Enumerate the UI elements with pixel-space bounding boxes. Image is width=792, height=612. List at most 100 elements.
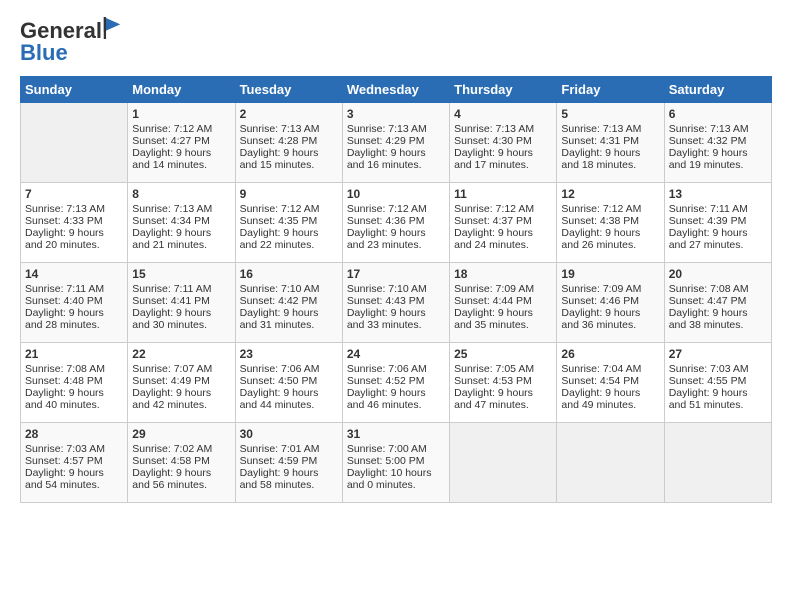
sunrise-text: Sunrise: 7:12 AM xyxy=(454,203,534,215)
sunrise-text: Sunrise: 7:06 AM xyxy=(347,363,427,375)
sunrise-text: Sunrise: 7:13 AM xyxy=(25,203,105,215)
day-number: 26 xyxy=(561,347,659,361)
calendar-cell: 13Sunrise: 7:11 AMSunset: 4:39 PMDayligh… xyxy=(664,183,771,263)
sunrise-text: Sunrise: 7:13 AM xyxy=(347,123,427,135)
daylight-text: Daylight: 9 hours and 51 minutes. xyxy=(669,387,748,411)
day-number: 14 xyxy=(25,267,123,281)
calendar-cell: 12Sunrise: 7:12 AMSunset: 4:38 PMDayligh… xyxy=(557,183,664,263)
sunrise-text: Sunrise: 7:11 AM xyxy=(132,283,211,295)
day-number: 6 xyxy=(669,107,767,121)
daylight-text: Daylight: 9 hours and 20 minutes. xyxy=(25,227,104,251)
day-number: 21 xyxy=(25,347,123,361)
calendar-cell: 27Sunrise: 7:03 AMSunset: 4:55 PMDayligh… xyxy=(664,343,771,423)
daylight-text: Daylight: 9 hours and 27 minutes. xyxy=(669,227,748,251)
daylight-text: Daylight: 9 hours and 17 minutes. xyxy=(454,147,533,171)
calendar-cell: 20 Sunrise: 7:08 AMSunset: 4:47 PMDayligh… xyxy=(664,263,771,343)
sunset-text: Sunset: 4:59 PM xyxy=(240,455,318,467)
calendar-cell xyxy=(21,103,128,183)
sunrise-text: Sunrise: 7:12 AM xyxy=(240,203,320,215)
sunset-text: Sunset: 4:53 PM xyxy=(454,375,532,387)
sunset-text: Sunset: 4:50 PM xyxy=(240,375,318,387)
calendar-cell: 3Sunrise: 7:13 AMSunset: 4:29 PMDaylight… xyxy=(342,103,449,183)
sunset-text: Sunset: 4:39 PM xyxy=(669,215,747,227)
day-number: 30 xyxy=(240,427,338,441)
calendar-cell: 6Sunrise: 7:13 AMSunset: 4:32 PMDaylight… xyxy=(664,103,771,183)
day-number: 5 xyxy=(561,107,659,121)
sunrise-text: Sunrise: 7:06 AM xyxy=(240,363,320,375)
sunrise-text: Sunrise: 7:09 AM xyxy=(454,283,534,295)
day-number: 9 xyxy=(240,187,338,201)
calendar-cell: 31Sunrise: 7:00 AMSunset: 5:00 PMDayligh… xyxy=(342,423,449,503)
daylight-text: Daylight: 9 hours and 49 minutes. xyxy=(561,387,640,411)
calendar-week-row: 21Sunrise: 7:08 AMSunset: 4:48 PMDayligh… xyxy=(21,343,772,423)
daylight-text: Daylight: 9 hours and 58 minutes. xyxy=(240,467,319,491)
day-number: 27 xyxy=(669,347,767,361)
calendar-cell: 26Sunrise: 7:04 AMSunset: 4:54 PMDayligh… xyxy=(557,343,664,423)
sunset-text: Sunset: 4:47 PM xyxy=(669,295,747,307)
daylight-text: Daylight: 9 hours and 22 minutes. xyxy=(240,227,319,251)
sunset-text: Sunset: 4:29 PM xyxy=(347,135,425,147)
day-number: 25 xyxy=(454,347,552,361)
weekday-header-friday: Friday xyxy=(557,77,664,103)
day-number: 12 xyxy=(561,187,659,201)
calendar-cell: 9Sunrise: 7:12 AMSunset: 4:35 PMDaylight… xyxy=(235,183,342,263)
daylight-text: Daylight: 9 hours and 14 minutes. xyxy=(132,147,211,171)
weekday-header-tuesday: Tuesday xyxy=(235,77,342,103)
sunset-text: Sunset: 4:48 PM xyxy=(25,375,103,387)
sunset-text: Sunset: 5:00 PM xyxy=(347,455,425,467)
logo-flag-icon xyxy=(103,17,121,39)
calendar-cell: 15Sunrise: 7:11 AMSunset: 4:41 PMDayligh… xyxy=(128,263,235,343)
calendar-cell: 29Sunrise: 7:02 AMSunset: 4:58 PMDayligh… xyxy=(128,423,235,503)
day-number: 1 xyxy=(132,107,230,121)
daylight-text: Daylight: 9 hours and 47 minutes. xyxy=(454,387,533,411)
sunrise-text: Sunrise: 7:11 AM xyxy=(25,283,104,295)
day-number: 20 xyxy=(669,267,767,281)
daylight-text: Daylight: 9 hours and 28 minutes. xyxy=(25,307,104,331)
daylight-text: Daylight: 9 hours and 38 minutes. xyxy=(669,307,748,331)
sunrise-text: Sunrise: 7:09 AM xyxy=(561,283,641,295)
weekday-header-wednesday: Wednesday xyxy=(342,77,449,103)
day-number: 19 xyxy=(561,267,659,281)
weekday-header-thursday: Thursday xyxy=(450,77,557,103)
day-number: 7 xyxy=(25,187,123,201)
calendar-week-row: 14Sunrise: 7:11 AMSunset: 4:40 PMDayligh… xyxy=(21,263,772,343)
sunset-text: Sunset: 4:55 PM xyxy=(669,375,747,387)
daylight-text: Daylight: 9 hours and 23 minutes. xyxy=(347,227,426,251)
calendar-cell: 21Sunrise: 7:08 AMSunset: 4:48 PMDayligh… xyxy=(21,343,128,423)
calendar-cell: 7Sunrise: 7:13 AMSunset: 4:33 PMDaylight… xyxy=(21,183,128,263)
sunrise-text: Sunrise: 7:13 AM xyxy=(454,123,534,135)
day-number: 2 xyxy=(240,107,338,121)
calendar-cell: 24Sunrise: 7:06 AMSunset: 4:52 PMDayligh… xyxy=(342,343,449,423)
sunset-text: Sunset: 4:28 PM xyxy=(240,135,318,147)
calendar-week-row: 28Sunrise: 7:03 AMSunset: 4:57 PMDayligh… xyxy=(21,423,772,503)
daylight-text: Daylight: 9 hours and 24 minutes. xyxy=(454,227,533,251)
sunset-text: Sunset: 4:46 PM xyxy=(561,295,639,307)
day-number: 4 xyxy=(454,107,552,121)
sunrise-text: Sunrise: 7:00 AM xyxy=(347,443,427,455)
daylight-text: Daylight: 9 hours and 35 minutes. xyxy=(454,307,533,331)
sunset-text: Sunset: 4:40 PM xyxy=(25,295,103,307)
weekday-header-sunday: Sunday xyxy=(21,77,128,103)
daylight-text: Daylight: 9 hours and 18 minutes. xyxy=(561,147,640,171)
daylight-text: Daylight: 9 hours and 46 minutes. xyxy=(347,387,426,411)
day-number: 11 xyxy=(454,187,552,201)
daylight-text: Daylight: 9 hours and 44 minutes. xyxy=(240,387,319,411)
calendar-cell: 14 Sunrise: 7:11 AMSunset: 4:40 PMDayligh… xyxy=(21,263,128,343)
sunrise-text: Sunrise: 7:13 AM xyxy=(240,123,320,135)
sunrise-text: Sunrise: 7:07 AM xyxy=(132,363,212,375)
daylight-text: Daylight: 9 hours and 21 minutes. xyxy=(132,227,211,251)
logo: General Blue xyxy=(20,18,121,66)
calendar-cell: 8Sunrise: 7:13 AMSunset: 4:34 PMDaylight… xyxy=(128,183,235,263)
sunrise-text: Sunrise: 7:12 AM xyxy=(347,203,427,215)
calendar-cell: 11 Sunrise: 7:12 AMSunset: 4:37 PMDayligh… xyxy=(450,183,557,263)
sunrise-text: Sunrise: 7:05 AM xyxy=(454,363,534,375)
sunset-text: Sunset: 4:30 PM xyxy=(454,135,532,147)
sunset-text: Sunset: 4:37 PM xyxy=(454,215,532,227)
daylight-text: Daylight: 9 hours and 30 minutes. xyxy=(132,307,211,331)
weekday-header-monday: Monday xyxy=(128,77,235,103)
daylight-text: Daylight: 9 hours and 16 minutes. xyxy=(347,147,426,171)
daylight-text: Daylight: 9 hours and 31 minutes. xyxy=(240,307,319,331)
sunset-text: Sunset: 4:31 PM xyxy=(561,135,639,147)
sunrise-text: Sunrise: 7:08 AM xyxy=(669,283,749,295)
daylight-text: Daylight: 9 hours and 36 minutes. xyxy=(561,307,640,331)
